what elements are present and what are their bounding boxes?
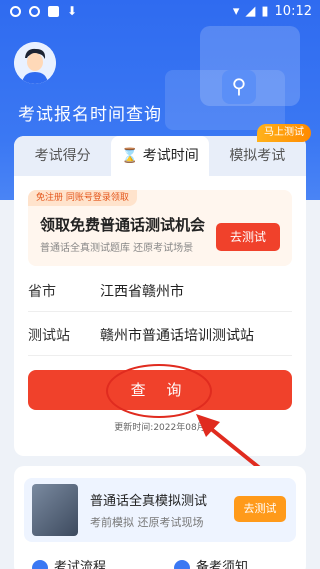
- site-value[interactable]: 赣州市普通话培训测试站: [100, 325, 254, 345]
- battery-icon: ▮: [261, 4, 269, 19]
- avatar-icon: [14, 42, 56, 84]
- exam-notice-label: 备考须知: [196, 560, 249, 569]
- signal-icon: ◢: [245, 4, 256, 19]
- tab-label: 模拟考试: [229, 148, 286, 164]
- tab-exam-score[interactable]: 考试得分: [14, 136, 111, 176]
- app-icon: [48, 5, 59, 17]
- promo-tag: 免注册 同账号登录领取: [28, 190, 137, 206]
- exam-process-item[interactable]: 考试流程: [32, 556, 106, 569]
- exam-process-label: 考试流程: [54, 560, 107, 569]
- exam-notice-item[interactable]: 备考须知: [174, 556, 248, 569]
- tab-exam-time[interactable]: ⌛ 考试时间: [111, 136, 209, 176]
- province-label: 省市: [28, 284, 56, 300]
- simulation-subtitle: 考前模拟 还原考试现场: [90, 516, 204, 529]
- promo-card[interactable]: 免注册 同账号登录领取 领取免费普通话测试机会 普通话全真测试题库 还原考试场景…: [28, 190, 292, 266]
- site-label: 测试站: [28, 328, 70, 344]
- simulation-title: 普通话全真模拟测试: [90, 494, 208, 509]
- go-test-button[interactable]: 去测试: [216, 223, 280, 251]
- process-icon: [32, 559, 48, 569]
- tab-bar: 考试得分 ⌛ 考试时间 模拟考试: [14, 136, 306, 176]
- notice-icon: [174, 559, 190, 569]
- status-bar: ⬇ ▾ ◢ ▮ 10:12: [0, 0, 320, 24]
- download-icon: ⬇: [67, 4, 78, 18]
- province-value[interactable]: 江西省赣州市: [100, 281, 184, 301]
- avatar[interactable]: [14, 42, 56, 84]
- simulation-go-button[interactable]: 去测试: [234, 496, 286, 522]
- test-now-badge[interactable]: 马上测试: [257, 124, 311, 142]
- highlight-circle: [106, 364, 212, 418]
- hourglass-icon: ⌛: [121, 148, 139, 164]
- exam-room-image: [32, 484, 78, 536]
- promo-title: 领取免费普通话测试机会: [40, 216, 206, 234]
- feature-card: 普通话全真模拟测试 考前模拟 还原考试现场 去测试 考试流程 备考须知: [14, 466, 306, 569]
- update-time: 更新时间:2022年08月: [114, 423, 206, 433]
- tab-label: 考试时间: [142, 148, 199, 164]
- magnifier-icon: ⚲: [222, 70, 256, 104]
- tab-label: 考试得分: [34, 148, 91, 164]
- wifi-icon: ▾: [232, 4, 240, 19]
- site-row[interactable]: 测试站 赣州市普通话培训测试站: [28, 312, 292, 356]
- province-row[interactable]: 省市 江西省赣州市: [28, 268, 292, 312]
- clock: 10:12: [274, 4, 312, 19]
- tab-mock-exam[interactable]: 模拟考试: [209, 136, 306, 176]
- promo-subtitle: 普通话全真测试题库 还原考试场景: [40, 243, 194, 254]
- notification-icon-2: [29, 5, 40, 17]
- notification-icon: [10, 5, 21, 17]
- simulation-banner[interactable]: 普通话全真模拟测试 考前模拟 还原考试现场 去测试: [24, 478, 296, 542]
- page-title: 考试报名时间查询: [18, 105, 162, 125]
